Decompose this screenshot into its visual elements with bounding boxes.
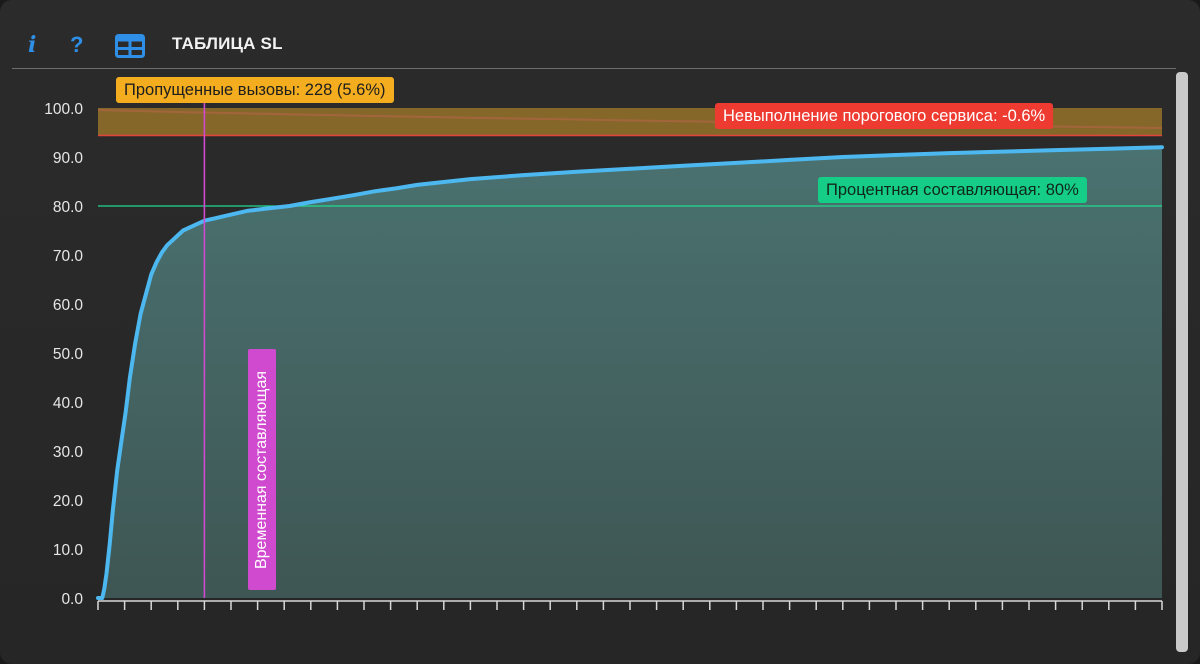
y-tick-label: 50.0 (53, 346, 84, 363)
y-tick-label: 0.0 (61, 591, 83, 608)
y-tick-label: 40.0 (53, 395, 84, 412)
time-component-text: Временная составляющая (253, 370, 270, 569)
y-tick-label: 100.0 (44, 101, 83, 118)
scrollbar[interactable] (1176, 72, 1188, 652)
y-tick-label: 60.0 (53, 297, 84, 314)
threshold-violation-label: Невыполнение порогового сервиса: -0.6% (715, 103, 1054, 129)
percent-component-label: Процентная составляющая: 80% (818, 177, 1087, 203)
y-tick-label: 30.0 (53, 444, 84, 461)
sl-table-panel: i ? ТАБЛИЦА SL 0.0 10.0 20.0 30.0 40.0 50.0 60… (0, 0, 1200, 664)
time-component-label: Временная составляющая (248, 349, 276, 590)
y-tick-label: 80.0 (53, 199, 84, 216)
y-tick-label: 10.0 (53, 542, 84, 559)
missed-calls-label: Пропущенные вызовы: 228 (5.6%) (116, 77, 394, 103)
y-tick-label: 20.0 (53, 493, 84, 510)
y-tick-label: 90.0 (53, 150, 84, 167)
y-tick-label: 70.0 (53, 248, 84, 265)
